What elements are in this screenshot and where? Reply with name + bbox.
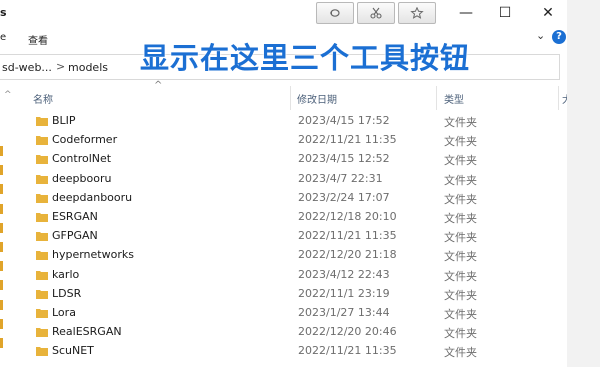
column-header: 名称 修改日期 类型 大 <box>0 86 572 110</box>
file-type: 文件夹 <box>444 288 477 302</box>
title-bar: s — ☐ ✕ <box>0 0 600 28</box>
list-item[interactable]: LDSR 2022/11/1 23:19 文件夹 <box>0 285 560 304</box>
file-date: 2023/2/24 17:07 <box>298 190 390 204</box>
file-date: 2022/12/18 20:10 <box>298 210 397 223</box>
file-date: 2023/4/7 22:31 <box>298 171 383 185</box>
breadcrumb-separator[interactable]: > <box>56 60 65 73</box>
overlay-annotation: 显示在这里三个工具按钮 <box>140 41 471 75</box>
file-name: deepdanbooru <box>52 190 133 204</box>
custom-toolbar <box>316 2 436 24</box>
minimize-button[interactable]: — <box>455 3 477 23</box>
file-date: 2022/11/21 11:35 <box>298 229 397 243</box>
folder-icon <box>36 213 48 222</box>
file-date: 2023/1/27 13:44 <box>298 306 390 319</box>
file-name: karlo <box>52 267 80 281</box>
file-name: ScuNET <box>52 344 94 358</box>
file-name: deepbooru <box>52 171 112 185</box>
file-type: 文件夹 <box>444 154 477 168</box>
folder-icon <box>36 309 48 318</box>
file-type: 文件夹 <box>444 327 477 341</box>
file-type: 文件夹 <box>444 192 477 206</box>
list-item[interactable]: karlo 2023/4/12 22:43 文件夹 <box>0 266 560 285</box>
list-item[interactable]: deepbooru 2023/4/7 22:31 文件夹 <box>0 170 560 189</box>
maximize-button[interactable]: ☐ <box>494 3 516 23</box>
file-type: 文件夹 <box>444 116 477 129</box>
file-name: RealESRGAN <box>52 325 122 339</box>
list-item[interactable]: hypernetworks 2022/12/20 21:18 文件夹 <box>0 246 560 265</box>
column-name[interactable]: 名称 <box>33 91 53 106</box>
ribbon-expand-chevron-icon[interactable]: ⌄ <box>536 29 545 42</box>
window-title: s <box>0 6 7 19</box>
file-type: 文件夹 <box>444 308 477 321</box>
folder-icon <box>36 136 48 146</box>
file-name: GFPGAN <box>52 229 98 243</box>
column-date[interactable]: 修改日期 <box>297 91 337 106</box>
file-date: 2023/4/15 17:52 <box>298 114 390 127</box>
column-divider[interactable] <box>290 86 291 110</box>
refresh-icon <box>330 9 340 17</box>
list-item[interactable]: ControlNet 2023/4/15 12:52 文件夹 <box>0 150 560 169</box>
column-type[interactable]: 类型 <box>444 91 464 106</box>
file-type: 文件夹 <box>444 250 477 264</box>
file-name: LDSR <box>52 286 82 300</box>
list-item[interactable]: GFPGAN 2022/11/21 11:35 文件夹 <box>0 227 560 246</box>
file-type: 文件夹 <box>444 269 477 283</box>
star-icon <box>410 7 424 19</box>
folder-icon <box>36 117 48 126</box>
star-tool-button[interactable] <box>398 2 436 24</box>
scrollbar[interactable] <box>567 0 600 367</box>
file-name: ControlNet <box>52 152 112 166</box>
close-button[interactable]: ✕ <box>537 3 559 23</box>
file-type: 文件夹 <box>444 173 477 187</box>
file-type: 文件夹 <box>444 346 477 360</box>
list-item[interactable]: BLIP 2023/4/15 17:52 文件夹 <box>0 112 560 131</box>
column-divider[interactable] <box>558 86 559 110</box>
file-date: 2022/11/21 11:35 <box>298 133 397 147</box>
folder-icon <box>36 270 48 280</box>
list-item[interactable]: ScuNET 2022/11/21 11:35 文件夹 <box>0 342 560 361</box>
list-item[interactable]: RealESRGAN 2022/12/20 20:46 文件夹 <box>0 323 560 342</box>
folder-icon <box>36 193 48 203</box>
breadcrumb-current[interactable]: models <box>68 61 108 74</box>
file-name: ESRGAN <box>52 210 98 223</box>
list-item[interactable]: Codeformer 2022/11/21 11:35 文件夹 <box>0 131 560 150</box>
file-date: 2022/11/21 11:35 <box>298 344 397 358</box>
list-item[interactable]: deepdanbooru 2023/2/24 17:07 文件夹 <box>0 189 560 208</box>
breadcrumb-parent[interactable]: sd-web... <box>2 61 52 74</box>
file-type: 文件夹 <box>444 135 477 149</box>
column-divider[interactable] <box>436 86 437 110</box>
folder-icon <box>36 347 48 357</box>
help-icon[interactable]: ? <box>552 30 566 44</box>
folder-icon <box>36 328 48 338</box>
reload-tool-button[interactable] <box>316 2 354 24</box>
file-name: hypernetworks <box>52 248 134 262</box>
list-item[interactable]: ESRGAN 2022/12/18 20:10 文件夹 <box>0 208 560 227</box>
file-date: 2022/11/1 23:19 <box>298 286 390 300</box>
scissors-icon <box>370 7 382 19</box>
file-date: 2022/12/20 20:46 <box>298 325 397 339</box>
file-date: 2023/4/15 12:52 <box>298 152 390 166</box>
nav-collapse-icon[interactable]: ^ <box>4 90 12 100</box>
folder-icon <box>36 232 48 242</box>
ribbon-tab-partial[interactable]: e <box>0 32 6 43</box>
file-name: Lora <box>52 306 76 319</box>
file-name: BLIP <box>52 114 76 127</box>
folder-icon <box>36 289 48 299</box>
file-type: 文件夹 <box>444 231 477 245</box>
folder-icon <box>36 155 48 165</box>
file-type: 文件夹 <box>444 212 477 225</box>
file-name: Codeformer <box>52 133 118 147</box>
file-date: 2022/12/20 21:18 <box>298 248 397 262</box>
folder-icon <box>36 251 48 261</box>
list-item[interactable]: Lora 2023/1/27 13:44 文件夹 <box>0 304 560 323</box>
file-date: 2023/4/12 22:43 <box>298 267 390 281</box>
scissors-tool-button[interactable] <box>357 2 395 24</box>
folder-icon <box>36 174 48 184</box>
ribbon-tab-view[interactable]: 查看 <box>28 32 48 47</box>
